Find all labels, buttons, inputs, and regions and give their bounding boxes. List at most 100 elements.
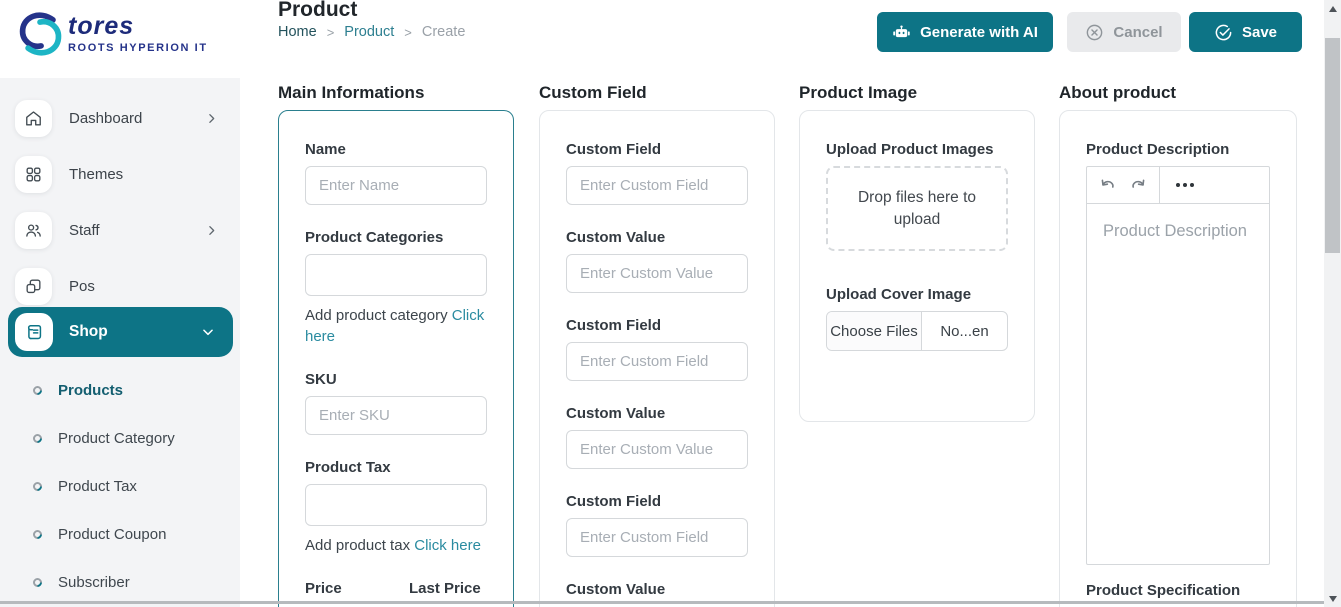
more-options-icon[interactable] xyxy=(1172,183,1198,187)
bullet-icon xyxy=(31,432,44,445)
editor-placeholder: Product Description xyxy=(1103,222,1247,240)
custom-field-input[interactable] xyxy=(566,342,748,381)
sidebar-item-themes[interactable]: Themes xyxy=(0,146,240,202)
breadcrumb-product[interactable]: Product xyxy=(344,24,394,40)
dropzone-text: Drop files here to upload xyxy=(846,187,988,230)
sidebar-item-dashboard[interactable]: Dashboard xyxy=(0,90,240,146)
sidebar-item-staff[interactable]: Staff xyxy=(0,202,240,258)
description-editor-body[interactable]: Product Description xyxy=(1087,204,1269,564)
cancel-label: Cancel xyxy=(1113,24,1162,41)
about-product-card: Product Description xyxy=(1059,110,1297,607)
choose-files-button[interactable]: Choose Files xyxy=(827,312,922,350)
product-create-page: tores ROOTS HYPERION IT Dashboard xyxy=(0,0,1341,607)
price-label: Price xyxy=(305,580,409,597)
add-tax-link[interactable]: Click here xyxy=(414,537,481,554)
category-hint: Add product category Click here xyxy=(305,305,487,347)
scroll-down-arrow-icon[interactable] xyxy=(1324,590,1341,607)
custom-field-label: Custom Field xyxy=(566,317,748,334)
product-image-title: Product Image xyxy=(799,83,917,103)
vertical-scrollbar[interactable] xyxy=(1324,0,1341,607)
product-tax-label: Product Tax xyxy=(305,459,487,476)
home-icon xyxy=(15,100,52,137)
custom-field-label: Custom Field xyxy=(566,141,748,158)
file-chosen-status: No...en xyxy=(922,312,1007,350)
submenu-item-label: Product Coupon xyxy=(58,526,166,543)
sidebar-item-pos[interactable]: Pos xyxy=(0,258,240,314)
sidebar-item-shop[interactable]: Shop xyxy=(8,307,233,357)
save-button[interactable]: Save xyxy=(1189,12,1302,52)
submenu-item-label: Product Tax xyxy=(58,478,137,495)
undo-icon[interactable] xyxy=(1099,176,1118,195)
breadcrumb-create: Create xyxy=(422,24,466,40)
circled-x-icon xyxy=(1085,23,1104,42)
bullet-icon xyxy=(31,576,44,589)
submenu-item-label: Products xyxy=(58,382,123,399)
image-dropzone[interactable]: Drop files here to upload xyxy=(826,166,1008,251)
chevron-down-icon xyxy=(201,325,215,339)
chevron-right-icon xyxy=(205,112,218,125)
cancel-button[interactable]: Cancel xyxy=(1067,12,1181,52)
custom-field-input[interactable] xyxy=(566,166,748,205)
last-price-label: Last Price xyxy=(409,580,481,597)
scroll-up-arrow-icon[interactable] xyxy=(1324,0,1341,17)
sidebar-item-product-category[interactable]: Product Category xyxy=(0,414,240,462)
custom-field-title: Custom Field xyxy=(539,83,647,103)
submenu-item-label: Subscriber xyxy=(58,574,130,591)
custom-value-input[interactable] xyxy=(566,430,748,469)
main-informations-title: Main Informations xyxy=(278,83,424,103)
save-label: Save xyxy=(1242,24,1277,41)
main-informations-card: Name Product Categories Add product cate… xyxy=(278,110,514,607)
product-tax-select[interactable] xyxy=(305,484,487,526)
custom-field-label: Custom Field xyxy=(566,493,748,510)
sidebar-item-label: Shop xyxy=(69,323,108,341)
breadcrumb-separator: > xyxy=(404,25,412,40)
description-editor: Product Description xyxy=(1086,166,1270,565)
generate-with-ai-button[interactable]: Generate with AI xyxy=(877,12,1053,52)
product-categories-select[interactable] xyxy=(305,254,487,296)
tax-hint: Add product tax Click here xyxy=(305,535,487,556)
upload-product-images-label: Upload Product Images xyxy=(826,141,1008,158)
sidebar-item-label: Pos xyxy=(69,278,95,295)
sidebar-item-subscriber[interactable]: Subscriber xyxy=(0,558,240,606)
redo-icon[interactable] xyxy=(1128,176,1147,195)
bullet-icon xyxy=(31,480,44,493)
breadcrumb: Home > Product > Create xyxy=(278,24,465,40)
product-specification-label: Product Specification xyxy=(1086,582,1270,599)
custom-value-input[interactable] xyxy=(566,254,748,293)
custom-field-card: Custom Field Custom Value Custom Field C… xyxy=(539,110,775,607)
brand-name: tores xyxy=(68,14,208,39)
name-label: Name xyxy=(305,141,487,158)
product-categories-label: Product Categories xyxy=(305,229,487,246)
sidebar-item-products[interactable]: Products xyxy=(0,366,240,414)
about-product-title: About product xyxy=(1059,83,1176,103)
sidebar-item-product-coupon[interactable]: Product Coupon xyxy=(0,510,240,558)
sidebar-item-label: Dashboard xyxy=(69,110,142,127)
brand-subtitle: ROOTS HYPERION IT xyxy=(68,42,208,54)
category-hint-text: Add product category xyxy=(305,307,448,324)
sidebar-nav: Dashboard Themes xyxy=(0,90,240,314)
sidebar-item-label: Staff xyxy=(69,222,100,239)
scrollbar-thumb[interactable] xyxy=(1325,38,1340,253)
breadcrumb-separator: > xyxy=(327,25,335,40)
robot-icon xyxy=(892,23,911,42)
product-description-label: Product Description xyxy=(1086,141,1270,158)
custom-field-input[interactable] xyxy=(566,518,748,557)
horizontal-scrollbar[interactable] xyxy=(0,601,1341,604)
breadcrumb-home[interactable]: Home xyxy=(278,24,317,40)
editor-toolbar xyxy=(1087,167,1269,204)
product-image-card: Upload Product Images Drop files here to… xyxy=(799,110,1035,422)
name-input[interactable] xyxy=(305,166,487,205)
stores-logo-icon xyxy=(14,8,66,60)
shop-submenu: Products Product Category Product Tax Pr… xyxy=(0,366,240,606)
generate-with-ai-label: Generate with AI xyxy=(920,24,1038,41)
brand-logo[interactable]: tores ROOTS HYPERION IT xyxy=(0,0,240,78)
tax-hint-text: Add product tax xyxy=(305,537,410,554)
circled-check-icon xyxy=(1214,23,1233,42)
upload-cover-image-label: Upload Cover Image xyxy=(826,286,1008,303)
bullet-icon xyxy=(31,528,44,541)
custom-value-label: Custom Value xyxy=(566,581,748,598)
custom-value-label: Custom Value xyxy=(566,229,748,246)
sidebar-item-product-tax[interactable]: Product Tax xyxy=(0,462,240,510)
cover-image-file-input[interactable]: Choose Files No...en xyxy=(826,311,1008,351)
sku-input[interactable] xyxy=(305,396,487,435)
